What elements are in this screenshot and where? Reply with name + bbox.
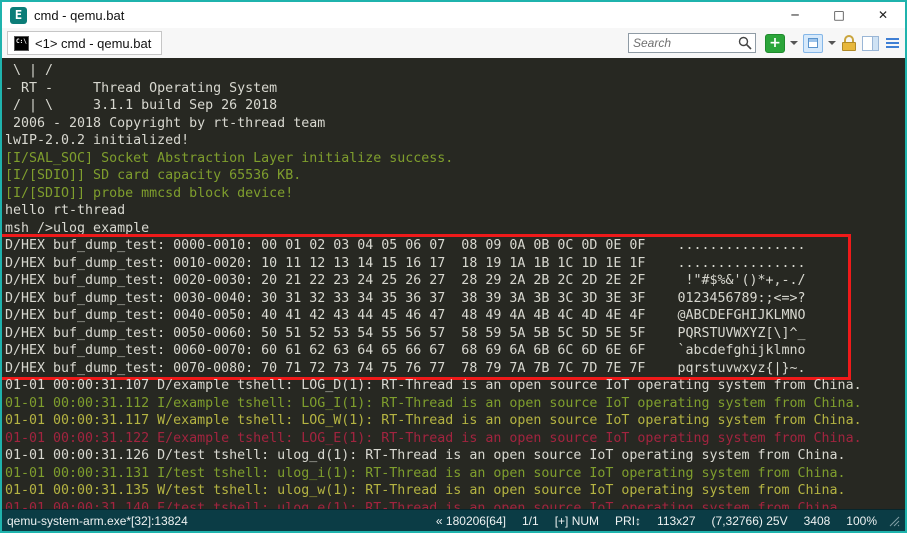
console-line: 01-01 00:00:31.131 I/test tshell: ulog_i… [5, 465, 905, 483]
status-item: [+] NUM [555, 514, 599, 528]
console-lines-after: 01-01 00:00:31.107 D/example tshell: LOG… [5, 377, 905, 509]
console-line: [I/[SDIO]] SD card capacity 65536 KB. [5, 167, 905, 185]
status-item: 100% [846, 514, 877, 528]
chevron-down-icon[interactable] [828, 41, 836, 49]
console-line: msh />ulog example [5, 220, 905, 238]
maximize-button[interactable]: □ [817, 2, 861, 28]
console-line: 01-01 00:00:31.117 W/example tshell: LOG… [5, 412, 905, 430]
hexdump-line: D/HEX buf_dump_test: 0030-0040: 30 31 32… [5, 290, 806, 308]
tab-cmd-qemu[interactable]: C:\. <1> cmd - qemu.bat [7, 31, 162, 55]
console-line: \ | / [5, 62, 905, 80]
status-item: (7,32766) 25V [712, 514, 788, 528]
hexdump-line: D/HEX buf_dump_test: 0060-0070: 60 61 62… [5, 342, 806, 360]
console-line: 01-01 00:00:31.135 W/test tshell: ulog_w… [5, 482, 905, 500]
lock-button[interactable] [841, 34, 857, 52]
console-line: [I/SAL_SOC] Socket Abstraction Layer ini… [5, 150, 905, 168]
new-console-button[interactable]: + [765, 34, 785, 53]
status-item: PRI↕ [615, 514, 641, 528]
console-line: 01-01 00:00:31.122 E/example tshell: LOG… [5, 430, 905, 448]
hamburger-icon [886, 38, 899, 40]
hexdump-line: D/HEX buf_dump_test: 0020-0030: 20 21 22… [5, 272, 806, 290]
hexdump-line: D/HEX buf_dump_test: 0070-0080: 70 71 72… [5, 360, 806, 378]
process-name: qemu-system-arm.exe*[32]:13824 [7, 514, 188, 528]
hexdump-line: D/HEX buf_dump_test: 0050-0060: 50 51 52… [5, 325, 806, 343]
chevron-down-icon[interactable] [790, 41, 798, 49]
close-button[interactable]: ✕ [861, 2, 905, 28]
search-icon [738, 36, 752, 50]
toolbar: + [628, 33, 905, 53]
console-line: [I/[SDIO]] probe mmcsd block device! [5, 185, 905, 203]
status-item: 1/1 [522, 514, 539, 528]
window-controls: ─ □ ✕ [773, 2, 905, 28]
plus-icon: + [769, 35, 781, 52]
console-line: / | \ 3.1.1 build Sep 26 2018 [5, 97, 905, 115]
console-list-button[interactable] [803, 34, 823, 53]
sidebar-toggle-button[interactable] [862, 36, 879, 51]
hexdump-highlight-box: D/HEX buf_dump_test: 0000-0010: 00 01 02… [2, 237, 848, 377]
conemu-window: E cmd - qemu.bat ─ □ ✕ C:\. <1> cmd - qe… [0, 0, 907, 533]
panel-icon [872, 37, 878, 50]
status-items: « 180206[64] 1/1 [+] NUM PRI↕ 113x27 (7,… [436, 514, 877, 528]
cmd-icon: C:\. [14, 36, 29, 51]
menu-button[interactable] [884, 36, 901, 50]
tab-bar: C:\. <1> cmd - qemu.bat + [2, 28, 905, 58]
console-line: 2006 - 2018 Copyright by rt-thread team [5, 115, 905, 133]
hexdump-line: D/HEX buf_dump_test: 0010-0020: 10 11 12… [5, 255, 806, 273]
console-line: lwIP-2.0.2 initialized! [5, 132, 905, 150]
search-input[interactable] [629, 36, 738, 50]
console-line: - RT - Thread Operating System [5, 80, 905, 98]
tab-label: <1> cmd - qemu.bat [35, 36, 151, 51]
status-item: 3408 [804, 514, 831, 528]
hexdump-line: D/HEX buf_dump_test: 0040-0050: 40 41 42… [5, 307, 806, 325]
console-line: hello rt-thread [5, 202, 905, 220]
window-title: cmd - qemu.bat [34, 8, 124, 23]
resize-grip[interactable] [887, 514, 900, 527]
console-line: 01-01 00:00:31.140 E/test tshell: ulog_e… [5, 500, 905, 510]
console-window-icon [808, 38, 818, 48]
status-item: 113x27 [657, 514, 695, 528]
status-item: « 180206[64] [436, 514, 506, 528]
status-bar: qemu-system-arm.exe*[32]:13824 « 180206[… [2, 509, 905, 531]
console-lines-before: \ | / - RT - Thread Operating System / |… [5, 62, 905, 237]
title-bar[interactable]: E cmd - qemu.bat ─ □ ✕ [2, 2, 905, 28]
conemu-app-icon: E [10, 7, 27, 24]
minimize-button[interactable]: ─ [773, 2, 817, 28]
console-line: 01-01 00:00:31.126 D/test tshell: ulog_d… [5, 447, 905, 465]
console-line: 01-01 00:00:31.107 D/example tshell: LOG… [5, 377, 905, 395]
console-line: 01-01 00:00:31.112 I/example tshell: LOG… [5, 395, 905, 413]
terminal-output[interactable]: \ | / - RT - Thread Operating System / |… [2, 58, 905, 509]
search-box [628, 33, 756, 53]
hexdump-line: D/HEX buf_dump_test: 0000-0010: 00 01 02… [5, 237, 806, 255]
